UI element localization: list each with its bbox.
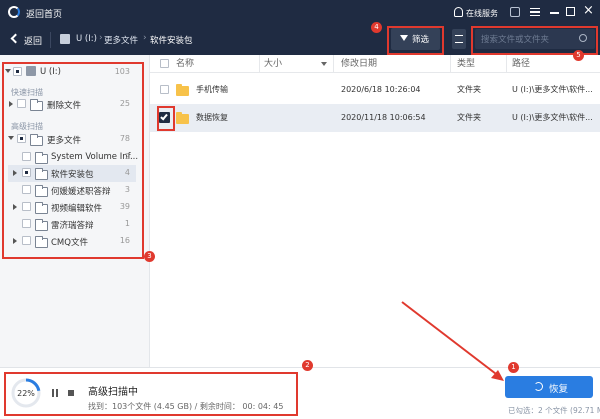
annotation-arrow-line bbox=[401, 301, 501, 378]
annotation-arrow bbox=[401, 301, 504, 381]
